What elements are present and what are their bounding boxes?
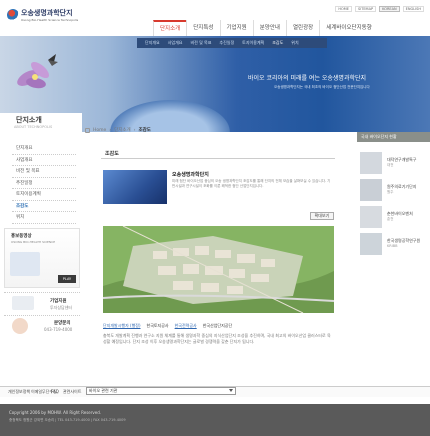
copyright: Copyright 2006 by MOHW. All Right Reserv…	[9, 410, 102, 415]
link-power-corp[interactable]: 한국전력공사	[175, 323, 197, 329]
sidebar-item-business[interactable]: 사업개요	[12, 155, 76, 166]
right-item-sub: 원주	[387, 190, 394, 194]
right-item-sub: KRIBB	[387, 244, 398, 248]
sidebar-item-schedule[interactable]: 추진일정	[12, 178, 76, 189]
breadcrumb-section[interactable]: 단지소개	[114, 127, 131, 133]
hero-slogan: 바이오 코리아의 미래를 여는 오송생명과학단지	[248, 75, 367, 82]
sidebar-item-location[interactable]: 위치	[12, 212, 76, 224]
logo-icon[interactable]	[7, 9, 19, 21]
home-icon[interactable]	[85, 127, 90, 133]
util-home-link[interactable]: HOME	[335, 6, 352, 12]
logo-text[interactable]: 오송생명과학단지	[21, 9, 73, 17]
play-button[interactable]: PLAY	[58, 275, 76, 283]
footer-link-related[interactable]: 관련사이트	[63, 389, 81, 395]
logo-subtitle: Osong Bio-Health Science Technopolis	[21, 18, 79, 22]
util-korean-link[interactable]: KOREAN	[379, 6, 400, 12]
promo-support-sub: 투자상담센터	[50, 305, 73, 310]
util-sitemap-link[interactable]: SITEMAP	[354, 6, 377, 12]
breadcrumb-current: 조감도	[138, 128, 151, 133]
related-links: 단지개발시행자 (행정) 한국토지공사 한국전력공사 한국산업단지공단	[103, 323, 232, 329]
agent-avatar-icon	[12, 318, 28, 334]
page: 오송생명과학단지 Osong Bio-Health Science Techno…	[0, 0, 430, 436]
subnav-item-landuse[interactable]: 토지이용계획	[238, 38, 268, 48]
right-item-sub: 대전	[387, 163, 394, 167]
support-icon	[12, 296, 34, 310]
right-list-item[interactable]: 대덕연구개발특구 대전	[360, 152, 426, 176]
research-thumbnail	[103, 170, 167, 204]
sub-nav: 단지개요 사업개요 비전 및 목표 추진일정 토지이용계획 조감도 위치	[137, 38, 327, 48]
util-english-link[interactable]: ENGLISH	[402, 6, 424, 12]
thumbnail-image	[360, 206, 382, 228]
right-item-sub: 춘천	[387, 217, 394, 221]
promo-sales-label: 분양문의	[54, 321, 71, 326]
breadcrumb-separator: ›	[109, 127, 112, 133]
zoom-button[interactable]: 확대보기	[310, 212, 334, 220]
main-nav: 단지소개 단지특성 기업지원 분양안내 열린광장 세계바이오단지동향	[153, 20, 430, 36]
divider	[101, 158, 335, 159]
footer-address: 충청북도 청원군 강외면 오송리 | TEL 043-719-4000 | FA…	[9, 418, 126, 422]
content-title: 조감도	[105, 151, 119, 157]
link-industrial-corp[interactable]: 한국산업단지공단	[203, 323, 232, 329]
promo-sales-phone: 043-719-4000	[44, 327, 73, 332]
utility-nav: HOME SITEMAP KOREAN ENGLISH	[335, 6, 424, 12]
org-name: 오송생명과학단지	[172, 172, 209, 178]
thumbnail-image	[360, 233, 382, 255]
aerial-map-image[interactable]	[103, 226, 334, 313]
subnav-item-business[interactable]: 사업개요	[164, 38, 187, 48]
content-body: 충북도 개발계획 진행과 연구소 지원 체계를 통해 생명과학 중심의 지식산업…	[103, 333, 331, 344]
sidebar-item-birdseye[interactable]: 조감도	[12, 201, 76, 212]
sidebar-item-overview[interactable]: 단지개요	[12, 143, 76, 155]
flower-image	[17, 54, 58, 89]
thumbnail-image	[360, 152, 382, 174]
subnav-item-overview[interactable]: 단지개요	[141, 38, 164, 48]
subnav-item-location[interactable]: 위치	[287, 38, 302, 48]
breadcrumb-home[interactable]: Home	[93, 128, 106, 133]
link-land-corp[interactable]: 한국토지공사	[147, 323, 169, 329]
sidebar-menu: 단지개요 사업개요 비전 및 목표 추진일정 토지이용계획 조감도 위치	[12, 143, 76, 224]
sidebar-item-vision[interactable]: 비전 및 목표	[12, 166, 76, 178]
hero-subtitle: 오송생명과학단지는 국내 최초의 바이오 첨단산업 전문단지입니다	[274, 85, 370, 89]
video-thumbnail-icon	[10, 252, 40, 276]
footer-link-faq[interactable]: FAQ	[51, 389, 59, 394]
gnb-item-sales[interactable]: 분양안내	[252, 20, 286, 36]
sidebar-item-landuse[interactable]: 토지이용계획	[12, 189, 76, 201]
gnb-item-support[interactable]: 기업지원	[219, 20, 253, 36]
breadcrumb-separator: ›	[133, 127, 136, 133]
sidebar-title: 단지소개	[16, 116, 42, 124]
promo-support-label: 기업지원	[50, 299, 67, 304]
gnb-item-plaza[interactable]: 열린광장	[286, 20, 319, 36]
promo-video-subtitle: OSONG BIO-HEALTH SCIENCE	[11, 240, 56, 244]
subnav-item-schedule[interactable]: 추진일정	[215, 38, 238, 48]
gnb-item-about[interactable]: 단지소개	[153, 20, 187, 36]
chevron-down-icon[interactable]	[229, 389, 233, 392]
right-panel-title: 국내 바이오단지 현황	[361, 134, 397, 139]
sidebar-title-en: ABOUT TECHNOPOLIS	[14, 125, 53, 129]
breadcrumb: Home › 단지소개 › 조감도	[85, 127, 151, 133]
footer-link-privacy[interactable]: 개인정보정책	[8, 389, 30, 395]
gnb-item-world[interactable]: 세계바이오단지동향	[319, 20, 378, 36]
right-list-item[interactable]: 춘천바이오벤처 춘천	[360, 206, 426, 230]
promo-video-title: 홍보동영상	[11, 234, 32, 239]
right-list-item[interactable]: 한국생명공학연구원 KRIBB	[360, 233, 426, 257]
subnav-item-birdseye[interactable]: 조감도	[268, 38, 287, 48]
thumbnail-image	[360, 179, 382, 201]
org-description: 미래 첨단 바이오산업 중심의 오송 생명과학단지 조감도를 통해 단지의 전체…	[172, 179, 331, 188]
right-list-item[interactable]: 원주의료기기단지 원주	[360, 179, 426, 203]
subnav-item-vision[interactable]: 비전 및 목표	[186, 38, 215, 48]
link-developer[interactable]: 단지개발시행자 (행정)	[103, 323, 141, 329]
gnb-item-features[interactable]: 단지특성	[186, 20, 219, 36]
related-sites-select[interactable]: 바이오 관련 기관	[86, 387, 236, 395]
